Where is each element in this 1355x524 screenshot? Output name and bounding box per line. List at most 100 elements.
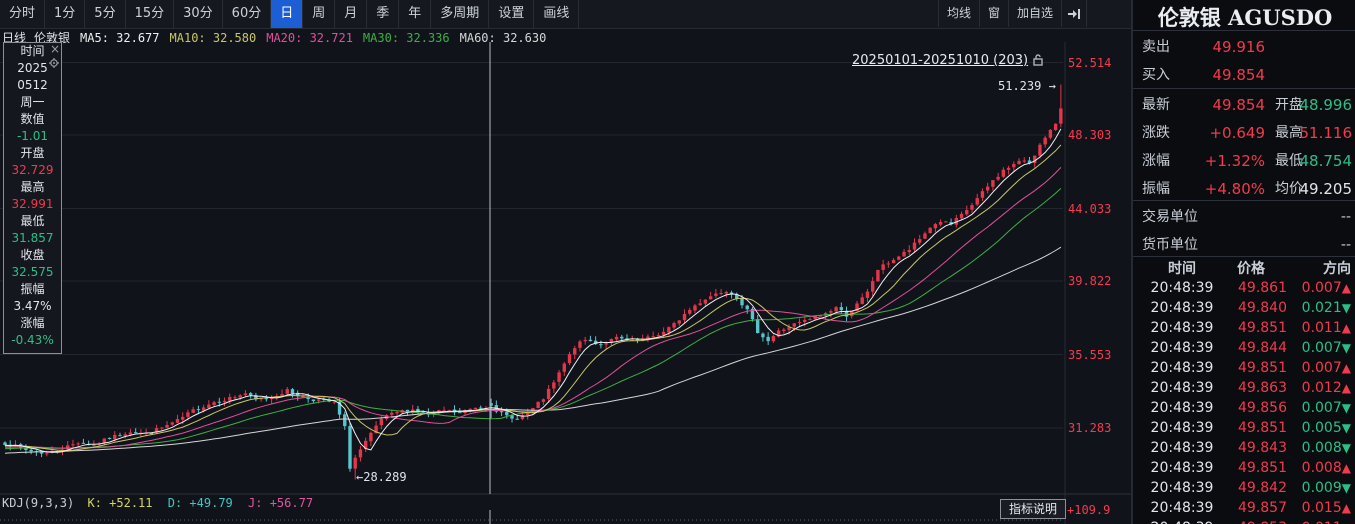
low-price-value: 28.289 <box>363 470 407 484</box>
quote-row: 涨跌 +0.649 最高 51.116 <box>1133 124 1355 142</box>
sell-price: 49.916 <box>1212 38 1266 56</box>
quote-value: +0.649 <box>1209 124 1265 142</box>
trade-direction: 0.011▲ <box>1301 320 1351 336</box>
quote-value: +4.80% <box>1204 180 1265 198</box>
price-axis-label: 52.514 <box>1068 55 1112 70</box>
trade-time: 20:48:39 <box>1150 320 1214 336</box>
high-price-value: 51.239 <box>998 79 1042 93</box>
toolbar-button-2[interactable]: 窗 <box>979 0 1008 27</box>
trade-row[interactable]: 20:48:39 49.857 0.015▲ <box>1133 498 1355 518</box>
gear-icon[interactable] <box>49 57 59 71</box>
unit-value: -- <box>1340 237 1351 253</box>
trade-row[interactable]: 20:48:39 49.842 0.009▼ <box>1133 478 1355 498</box>
quote-value: 49.205 <box>1299 180 1353 198</box>
toolbar-right-items: 均线窗加自选 <box>938 0 1061 27</box>
trade-direction: 0.007▼ <box>1301 340 1351 356</box>
trade-direction: 0.007▼ <box>1301 400 1351 416</box>
trade-row[interactable]: 20:48:39 49.863 0.012▲ <box>1133 378 1355 398</box>
trade-time: 20:48:39 <box>1150 360 1214 376</box>
indicator-help-button[interactable]: 指标说明 <box>1000 499 1066 519</box>
toolbar-tab-14[interactable]: 画线 <box>534 0 580 28</box>
trade-row[interactable]: 20:48:39 49.851 0.007▲ <box>1133 358 1355 378</box>
tooltip-row: -0.43% <box>11 333 54 347</box>
toolbar-tab-2[interactable]: 1分 <box>45 0 86 28</box>
quote-panel: 伦敦银 AGUSDO 卖出 49.916 买入 49.854 最新 49.854 开… <box>1131 0 1355 524</box>
high-price-annotation: 51.239 → <box>998 79 1056 93</box>
toolbar-tab-3[interactable]: 5分 <box>85 0 126 28</box>
trade-row[interactable]: 20:48:39 49.844 0.007▼ <box>1133 338 1355 358</box>
tooltip-row: 开盘 <box>20 146 45 160</box>
tooltip-row: 最高 <box>20 180 45 194</box>
toolbar-tab-9[interactable]: 月 <box>335 0 368 28</box>
tooltip-row: 32.991 <box>11 197 54 211</box>
trade-row[interactable]: 20:48:3949.8530.011▲ <box>1133 518 1355 524</box>
toolbar-tab-13[interactable]: 设置 <box>489 0 535 28</box>
price-axis-label: 39.822 <box>1068 274 1112 289</box>
quote-value: +1.32% <box>1204 152 1265 170</box>
toolbar-tab-5[interactable]: 30分 <box>174 0 223 28</box>
unit-row: 交易单位 -- <box>1133 208 1355 226</box>
price-axis-label: 35.553 <box>1068 347 1112 362</box>
buy-price: 49.854 <box>1212 66 1266 84</box>
trade-direction: 0.008▼ <box>1301 440 1351 456</box>
tooltip-row: 涨幅 <box>20 316 45 330</box>
quote-value: 48.996 <box>1299 96 1353 114</box>
trade-row[interactable]: 20:48:39 49.856 0.007▼ <box>1133 398 1355 418</box>
trade-time: 20:48:39 <box>1150 340 1214 356</box>
tooltip-row: 32.729 <box>11 163 54 177</box>
toolbar-tab-8[interactable]: 周 <box>303 0 336 28</box>
close-icon[interactable]: × <box>50 43 60 55</box>
trade-time: 20:48:39 <box>1150 400 1214 416</box>
tooltip-row: 最低 <box>20 214 45 228</box>
toolbar-tab-4[interactable]: 15分 <box>126 0 175 28</box>
trade-direction: 0.007▲ <box>1301 360 1351 376</box>
arrow-to-bar-icon <box>1068 8 1081 19</box>
toolbar-tab-12[interactable]: 多周期 <box>431 0 490 28</box>
tooltip-row: 数值 <box>20 112 45 126</box>
toolbar-tab-7[interactable]: 日 <box>271 0 304 28</box>
collapse-panel-button[interactable] <box>1061 0 1088 27</box>
toolbar-tab-6[interactable]: 60分 <box>223 0 272 28</box>
date-range-annotation[interactable]: 20250101-20251010 (203) <box>852 53 1044 68</box>
trade-time: 20:48:39 <box>1150 480 1214 496</box>
toolbar-button-3[interactable]: 加自选 <box>1008 0 1061 27</box>
quote-label: 涨跌 <box>1142 125 1170 141</box>
tooltip-row: 31.857 <box>11 231 54 245</box>
sell-label: 卖出 <box>1142 39 1170 55</box>
trade-row[interactable]: 20:48:39 49.843 0.008▼ <box>1133 438 1355 458</box>
unit-value: -- <box>1340 209 1351 225</box>
instrument-title: 伦敦银 AGUSDO <box>1157 5 1333 30</box>
trade-row[interactable]: 20:48:39 49.840 0.021▼ <box>1133 298 1355 318</box>
trade-row[interactable]: 20:48:39 49.861 0.007▲ <box>1133 278 1355 298</box>
lock-icon <box>1033 54 1043 66</box>
ma-legend: 日线 伦敦银 MA5: 32.677 MA10: 32.580 MA20: 32.721… <box>2 29 546 45</box>
trade-row[interactable]: 20:48:39 49.851 0.008▲ <box>1133 458 1355 478</box>
trade-direction: 0.005▼ <box>1301 420 1351 436</box>
toolbar-button-1[interactable]: 均线 <box>938 0 979 27</box>
tooltip-row: 振幅 <box>20 282 45 296</box>
tooltip-rows: 时间 2025 0512 周一 数值 -1.01 开盘 32.729 最高 32.991 最低 31.… <box>4 43 61 349</box>
trade-direction: 0.009▼ <box>1301 480 1351 496</box>
trade-time: 20:48:39 <box>1150 420 1214 436</box>
unit-label: 交易单位 <box>1142 209 1198 225</box>
unit-label: 货币单位 <box>1142 237 1198 253</box>
trade-time: 20:48:39 <box>1143 518 1221 524</box>
trade-row[interactable]: 20:48:39 49.851 0.011▲ <box>1133 318 1355 338</box>
toolbar-tab-11[interactable]: 年 <box>399 0 432 28</box>
kdj-d-value: D: +49.79 <box>167 496 233 510</box>
buy-label: 买入 <box>1142 67 1170 83</box>
tooltip-row: -1.01 <box>16 129 49 143</box>
unit-row: 货币单位 -- <box>1133 236 1355 254</box>
sell-row: 卖出 49.916 <box>1133 38 1355 56</box>
quote-label: 最新 <box>1142 97 1170 113</box>
candlestick-chart[interactable] <box>0 42 1131 524</box>
kdj-axis-label: +109.9 <box>1067 503 1111 517</box>
trade-row[interactable]: 20:48:39 49.851 0.005▼ <box>1133 418 1355 438</box>
price-axis-label: 44.033 <box>1068 201 1112 216</box>
tooltip-row: 0512 <box>17 78 48 92</box>
toolbar-tab-1[interactable]: 分时 <box>0 0 46 28</box>
toolbar-tab-10[interactable]: 季 <box>367 0 400 28</box>
kdj-k-value: K: +52.11 <box>87 496 153 510</box>
quote-label: 振幅 <box>1142 181 1170 197</box>
trade-time: 20:48:39 <box>1150 300 1214 316</box>
